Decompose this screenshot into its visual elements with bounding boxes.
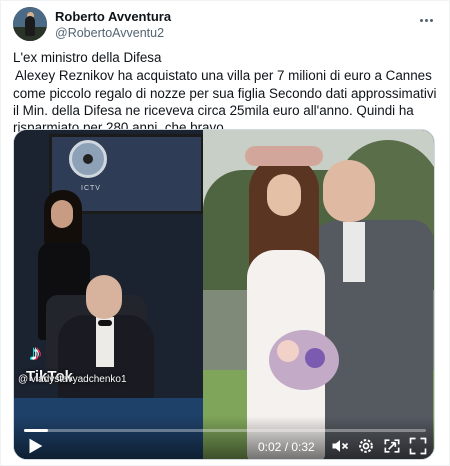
studio-logo-eye [69,140,107,178]
tweet-text-part2: Alexey Reznikov ha acquistato una villa … [13,68,437,135]
avatar-figure [25,16,35,36]
video-player[interactable]: ICTV ♪ TikTok @ vladystavyadchenko1 0:02… [13,129,435,460]
video-progress-bar[interactable] [24,429,426,432]
tiktok-logo-icon: ♪ [30,340,41,365]
tweet-text: L'ex ministro della Difesa Alexey Reznik… [13,49,441,136]
tweet-text-part1: L'ex ministro della Difesa [13,50,162,65]
seated-man-figure [56,275,156,415]
bride-figure [229,140,339,459]
avatar[interactable] [13,7,47,41]
more-options-icon[interactable] [415,11,437,29]
tweet-card: Roberto Avventura @RobertoAvventu2 L'ex … [0,0,450,466]
play-icon[interactable] [24,435,46,457]
video-progress-fill [24,429,49,432]
settings-gear-icon[interactable] [356,436,376,456]
video-controls: 0:02 / 0:32 [14,416,434,459]
volume-muted-icon[interactable] [330,436,350,456]
video-right-scene [203,130,434,459]
picture-in-picture-icon[interactable] [382,436,402,456]
author-display-name[interactable]: Roberto Avventura [55,9,171,24]
video-time: 0:02 / 0:32 [258,440,315,454]
video-left-scene: ICTV [14,130,203,459]
tiktok-username: @ vladystavyadchenko1 [18,374,127,385]
fullscreen-icon[interactable] [408,436,428,456]
author-handle[interactable]: @RobertoAvventu2 [55,26,164,40]
flower-bouquet [269,330,339,390]
tweet-header: Roberto Avventura @RobertoAvventu2 [13,7,437,41]
